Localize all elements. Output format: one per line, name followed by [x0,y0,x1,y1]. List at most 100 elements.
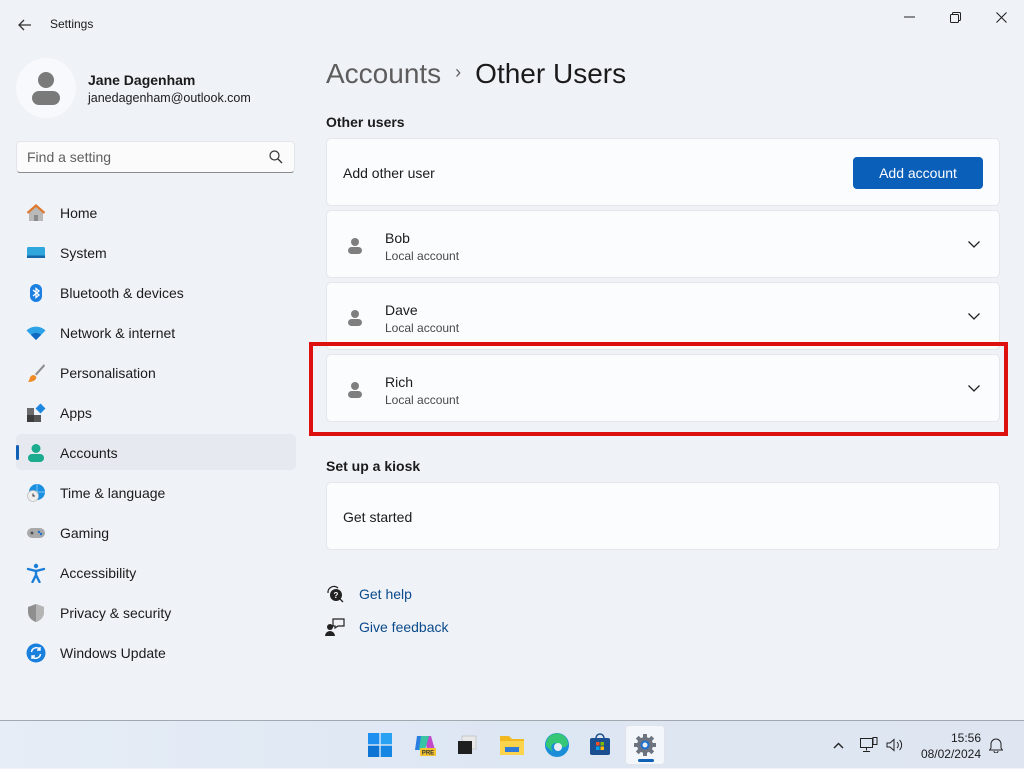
show-hidden-icons-button[interactable] [828,721,848,769]
clock-time: 15:56 [950,731,981,745]
person-icon [348,310,362,326]
sidebar-item-personalisation[interactable]: Personalisation [16,354,296,390]
chevron-down-icon[interactable] [967,383,981,393]
volume-button[interactable] [884,721,906,769]
user-row-dave[interactable]: Dave Local account [326,282,1000,350]
settings-window: Settings Jane Dagenham janedagenham@outl… [0,0,1024,720]
search-icon[interactable] [268,149,284,165]
kiosk-card[interactable]: Get started [326,482,1000,550]
sidebar-item-label: Accounts [60,445,118,461]
person-icon [348,238,362,254]
sidebar-item-windows-update[interactable]: Windows Update [16,634,296,670]
page-title: Other Users [475,58,627,89]
feedback-icon [325,618,345,636]
sidebar-item-gaming[interactable]: Gaming [16,514,296,550]
taskbar-store[interactable] [580,725,620,765]
taskbar-start[interactable] [360,725,400,765]
sidebar-item-label: Apps [60,405,92,421]
user-account-type: Local account [385,249,460,263]
breadcrumb-parent[interactable]: Accounts [326,58,441,89]
sidebar-item-label: Bluetooth & devices [60,285,184,301]
network-icon [860,737,878,752]
bell-icon [989,738,1003,753]
get-started-label: Get started [343,509,413,525]
user-row-rich[interactable]: Rich Local account [326,354,1000,422]
user-row-bob[interactable]: Bob Local account [326,210,1000,278]
minimize-button[interactable] [886,6,932,28]
sidebar-item-network[interactable]: Network & internet [16,314,296,350]
user-name: Dave [385,302,418,318]
chevron-down-icon[interactable] [967,311,981,321]
gear-icon [634,734,656,756]
accessibility-icon [26,563,46,583]
sidebar-nav: Home System Bluetooth & devices Network … [16,194,296,674]
close-button[interactable] [978,6,1024,28]
arrow-left-icon [18,19,31,31]
sidebar-item-accessibility[interactable]: Accessibility [16,554,296,590]
avatar [16,58,76,118]
copilot-icon: PRE [415,736,436,757]
active-indicator [16,445,19,460]
sidebar-item-label: Home [60,205,98,221]
folder-icon [500,736,524,755]
search-box[interactable] [16,141,295,173]
bluetooth-icon [30,284,42,302]
breadcrumb-separator: › [455,62,462,82]
get-help-link[interactable]: Get help [359,586,412,602]
sidebar-item-apps[interactable]: Apps [16,394,296,430]
add-account-button[interactable]: Add account [853,157,983,189]
apps-icon [27,403,46,422]
gamepad-icon [27,528,45,538]
title-bar: Settings [0,0,1024,48]
profile-email: janedagenham@outlook.com [88,91,251,105]
update-icon [26,643,46,663]
system-icon [27,247,45,258]
give-feedback-link[interactable]: Give feedback [359,619,449,635]
restore-button[interactable] [932,6,978,28]
app-title: Settings [50,17,94,31]
network-button[interactable] [858,721,880,769]
edge-icon [545,733,569,757]
clock[interactable]: 15:56 08/02/2024 [921,730,981,762]
sidebar-item-accounts[interactable]: Accounts [16,434,296,470]
clock-date: 08/02/2024 [920,747,981,761]
taskbar-settings[interactable] [625,725,665,765]
taskbar-task-view[interactable] [447,725,487,765]
accounts-icon [28,444,44,462]
sidebar-item-label: Personalisation [60,365,156,381]
chevron-down-icon[interactable] [967,239,981,249]
chevron-up-icon [833,742,843,748]
sidebar-item-privacy[interactable]: Privacy & security [16,594,296,630]
kiosk-heading: Set up a kiosk [326,458,421,474]
taskbar-file-explorer[interactable] [492,725,532,765]
help-icon: ? [327,585,344,603]
sidebar-item-system[interactable]: System [16,234,296,270]
person-icon [348,382,362,398]
sidebar-item-label: Privacy & security [60,605,172,621]
sidebar-item-label: Gaming [60,525,110,541]
search-input[interactable] [27,148,257,166]
taskbar-edge[interactable] [537,725,577,765]
sidebar-item-time-language[interactable]: Time & language [16,474,296,510]
globe-clock-icon [27,484,45,502]
active-app-indicator [638,759,654,762]
brush-icon [28,364,45,382]
add-other-user-label: Add other user [343,165,435,181]
notifications-button[interactable] [986,721,1006,769]
user-profile[interactable]: Jane Dagenham janedagenham@outlook.com [16,58,306,118]
sidebar-item-label: Accessibility [60,565,137,581]
wifi-icon [26,326,46,340]
restore-icon [949,11,961,23]
svg-text:?: ? [334,591,339,600]
task-view-icon [458,735,477,754]
sidebar-item-label: Network & internet [60,325,176,341]
minimize-icon [903,16,915,18]
back-button[interactable] [14,14,36,36]
sidebar-item-home[interactable]: Home [16,194,296,230]
user-account-type: Local account [385,393,460,407]
breadcrumb: Accounts › Other Users [326,58,626,90]
taskbar-copilot[interactable]: PRE [405,725,445,765]
sidebar-item-bluetooth[interactable]: Bluetooth & devices [16,274,296,310]
home-icon [26,204,46,221]
add-other-user-card: Add other user Add account [326,138,1000,206]
